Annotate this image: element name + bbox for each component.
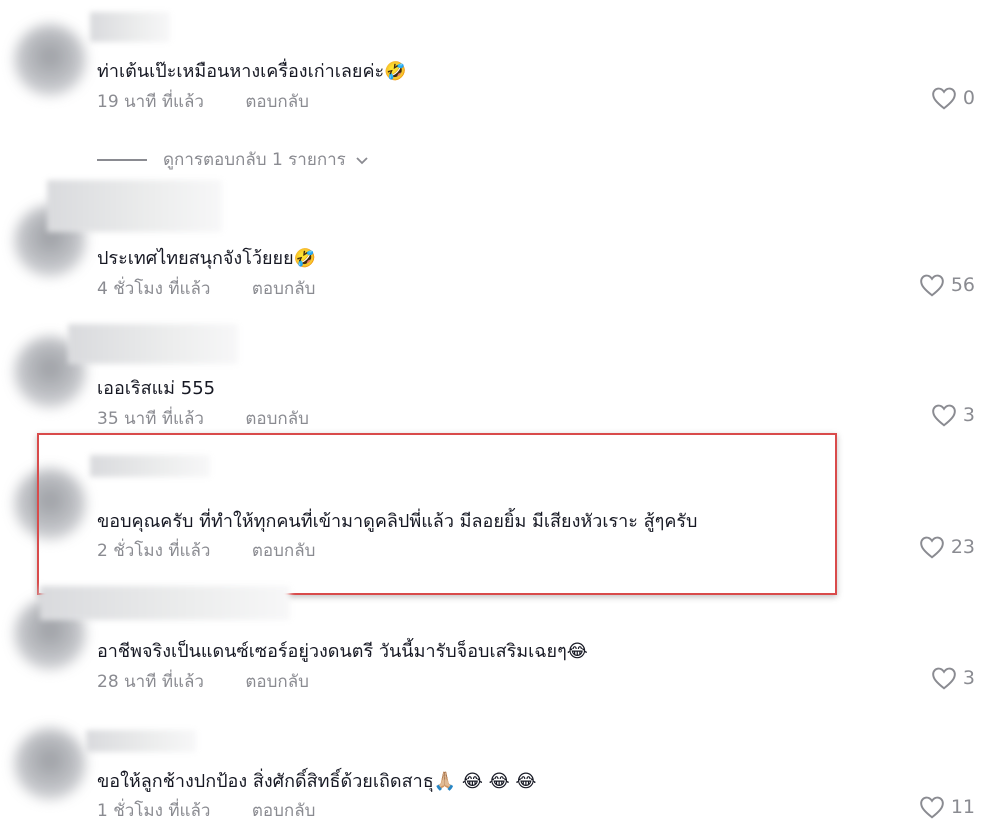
like-button[interactable]: 3	[931, 403, 975, 427]
comment-meta: 35 นาที ที่แล้ว ตอบกลับ	[97, 405, 309, 432]
comment-text: ขอบคุณครับ ที่ทำให้ทุกคนที่เข้ามาดูคลิปพ…	[97, 511, 698, 532]
comment-meta: 19 นาที ที่แล้ว ตอบกลับ	[97, 88, 309, 115]
reply-button[interactable]: ตอบกลับ	[245, 405, 309, 432]
like-count: 0	[962, 87, 975, 109]
username[interactable]	[86, 730, 196, 752]
avatar[interactable]	[14, 24, 86, 96]
username[interactable]	[68, 324, 238, 364]
view-replies-label: ดูการตอบกลับ 1 รายการ	[163, 150, 346, 170]
heart-icon	[920, 274, 944, 297]
like-button[interactable]: 23	[919, 535, 975, 559]
like-count: 3	[962, 667, 975, 689]
like-button[interactable]: 3	[931, 666, 975, 690]
comment-text: ประเทศไทยสนุกจังโว้ยยย🤣	[97, 248, 317, 269]
comment-time: 2 ชั่วโมง ที่แล้ว	[97, 541, 211, 561]
username[interactable]	[90, 455, 210, 477]
divider-line	[97, 158, 147, 161]
chevron-down-icon	[356, 156, 368, 164]
comment-text: ท่าเต้นเป๊ะเหมือนหางเครื่องเก่าเลยค่ะ🤣	[97, 61, 407, 82]
heart-icon	[932, 87, 956, 110]
reply-button[interactable]: ตอบกลับ	[252, 537, 316, 564]
like-count: 56	[950, 274, 975, 296]
comment-meta: 1 ชั่วโมง ที่แล้ว ตอบกลับ	[97, 797, 315, 824]
comment-time: 1 ชั่วโมง ที่แล้ว	[97, 801, 211, 821]
like-count: 3	[962, 404, 975, 426]
comment-text: ขอให้ลูกช้างปกป้อง สิ่งศักดิ์สิทธิ์ด้วยเ…	[97, 771, 537, 792]
reply-button[interactable]: ตอบกลับ	[252, 275, 316, 302]
heart-icon	[932, 667, 956, 690]
like-count: 11	[950, 796, 975, 818]
username[interactable]	[90, 12, 170, 42]
comment-meta: 28 นาที ที่แล้ว ตอบกลับ	[97, 668, 309, 695]
reply-button[interactable]: ตอบกลับ	[245, 88, 309, 115]
comment-time: 28 นาที ที่แล้ว	[97, 672, 204, 692]
comment-time: 19 นาที ที่แล้ว	[97, 92, 204, 112]
view-replies-button[interactable]: ดูการตอบกลับ 1 รายการ	[97, 146, 370, 173]
comment-text: เออเริสแม่ 555	[97, 378, 216, 399]
comment-time: 4 ชั่วโมง ที่แล้ว	[97, 279, 211, 299]
reply-button[interactable]: ตอบกลับ	[252, 797, 316, 824]
comment-meta: 2 ชั่วโมง ที่แล้ว ตอบกลับ	[97, 537, 315, 564]
username[interactable]	[47, 180, 222, 232]
like-button[interactable]: 56	[919, 273, 975, 297]
avatar[interactable]	[14, 468, 86, 540]
like-button[interactable]: 11	[919, 795, 975, 819]
heart-icon	[932, 404, 956, 427]
comment-time: 35 นาที ที่แล้ว	[97, 409, 204, 429]
comment-meta: 4 ชั่วโมง ที่แล้ว ตอบกลับ	[97, 275, 315, 302]
username[interactable]	[40, 586, 290, 620]
comment-text: อาชีพจริงเป็นแดนซ์เซอร์อยู่วงดนตรี วันนี…	[97, 641, 588, 662]
avatar[interactable]	[14, 728, 86, 800]
like-count: 23	[950, 536, 975, 558]
heart-icon	[920, 536, 944, 559]
heart-icon	[920, 796, 944, 819]
like-button[interactable]: 0	[931, 86, 975, 110]
reply-button[interactable]: ตอบกลับ	[245, 668, 309, 695]
